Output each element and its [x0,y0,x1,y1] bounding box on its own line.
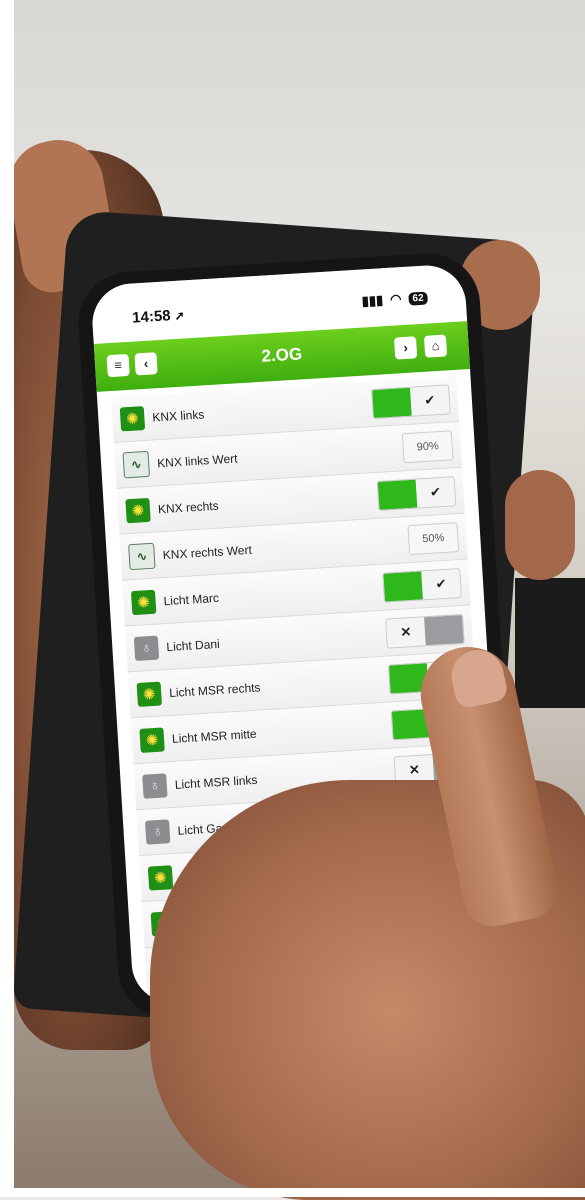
list-item-label: Licht Marc [163,590,220,608]
status-time: 14:58 ➚ [131,307,186,327]
toggle-on-fill [377,479,418,510]
list-item-label: Licht MSR mitte [171,726,257,746]
list-item-label: Licht MSR rechts [168,679,261,700]
toggle-switch[interactable]: ✔ [371,384,451,420]
light-on-icon: ✺ [130,589,157,615]
toggle-switch[interactable]: ✔ [382,568,462,603]
value-display[interactable]: 50% [407,522,460,556]
check-icon: ✔ [415,477,456,508]
battery-icon: 62 [408,291,428,306]
signal-icon: ▮▮▮ [361,292,384,309]
dimmer-value-icon: ∿ [122,450,150,478]
dimmer-value-icon: ∿ [128,542,156,570]
right-finger [505,470,575,580]
list-item-label: Licht Dani [165,636,221,654]
status-icons: ▮▮▮ ◠ 62 [361,290,428,310]
check-icon: ✔ [410,385,450,416]
list-item-label: Licht MSR links [174,772,258,792]
toggle-off-fill [424,615,464,646]
home-button[interactable]: ⌂ [423,334,448,358]
value-display[interactable]: 90% [401,430,454,464]
frame-edge [0,0,14,1197]
list-item-label: KNX rechts [157,498,219,516]
list-item-label: KNX rechts Wert [162,542,253,562]
check-icon: ✔ [421,569,461,600]
light-off-icon: ♁ [142,772,168,799]
light-on-icon: ✺ [139,726,165,753]
forward-button[interactable]: › [393,336,418,360]
location-icon: ➚ [174,308,186,323]
wifi-icon: ◠ [389,291,402,307]
light-on-icon: ✺ [125,497,151,523]
close-icon: ✕ [386,617,426,648]
list-item-label: KNX links Wert [156,450,238,470]
toggle-on-fill [383,571,423,602]
light-on-icon: ✺ [136,681,162,707]
light-off-icon: ♁ [144,818,171,845]
light-on-icon: ✺ [147,864,174,891]
light-on-icon: ✺ [119,405,146,431]
list-item-label: KNX links [151,406,205,425]
toggle-switch[interactable]: ✕ [385,613,465,649]
toggle-switch[interactable]: ✔ [376,476,457,511]
chevron-right-icon: › [402,339,409,356]
light-off-icon: ♁ [133,635,160,661]
case-strap [515,578,585,708]
toggle-on-fill [372,387,412,419]
home-icon: ⌂ [431,337,440,354]
frame-edge-bottom [0,1188,585,1197]
